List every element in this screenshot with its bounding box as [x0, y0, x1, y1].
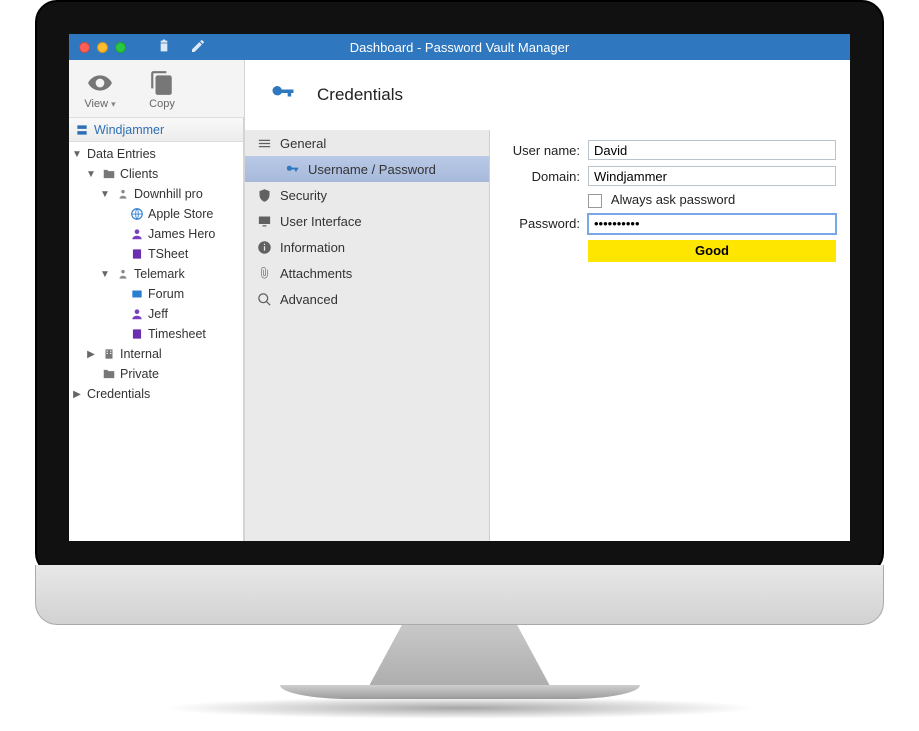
tree-label: Credentials [87, 387, 150, 401]
chevron-right-icon[interactable]: ▶ [85, 349, 97, 360]
sheet-icon [129, 327, 144, 342]
minimize-window-button[interactable] [97, 42, 108, 53]
folder-icon [101, 167, 116, 182]
datasource-label: Windjammer [94, 123, 164, 137]
zoom-window-button[interactable] [115, 42, 126, 53]
tree-label: TSheet [148, 247, 188, 261]
view-tool-label: View [84, 98, 108, 110]
app-window: Dashboard - Password Vault Manager View … [69, 34, 850, 541]
tree-label: James Hero [148, 227, 215, 241]
tree-data-entries[interactable]: ▼ Data Entries [69, 144, 243, 164]
tree-label: Clients [120, 167, 158, 181]
clipboard-icon[interactable] [156, 38, 172, 57]
copy-tool-label: Copy [149, 98, 175, 110]
eye-icon [69, 68, 131, 98]
tree-label: Telemark [134, 267, 185, 281]
tree-label: Jeff [148, 307, 168, 321]
imac-shadow [160, 697, 760, 719]
toolbar: View ▾ Copy Credentials [69, 60, 850, 118]
chevron-right-icon[interactable]: ▶ [71, 389, 83, 400]
dropdown-caret-icon: ▾ [111, 99, 116, 109]
tree-label: Internal [120, 347, 162, 361]
tree-telemark[interactable]: ▼ Telemark [69, 264, 243, 284]
chevron-down-icon[interactable]: ▼ [99, 189, 111, 200]
tree-label: Forum [148, 287, 184, 301]
sheet-icon [129, 247, 144, 262]
tree-clients[interactable]: ▼ Clients [69, 164, 243, 184]
tree-forum[interactable]: Forum [69, 284, 243, 304]
view-tool-button[interactable]: View ▾ [69, 68, 131, 110]
chevron-down-icon[interactable]: ▼ [99, 269, 111, 280]
panel-title: Credentials [317, 85, 403, 105]
chevron-down-icon[interactable]: ▼ [85, 169, 97, 180]
person-icon [129, 307, 144, 322]
imac-chin [35, 565, 884, 625]
copy-icon [131, 68, 193, 98]
card-icon [129, 287, 144, 302]
tree-label: Data Entries [87, 147, 156, 161]
copy-tool-button[interactable]: Copy [131, 68, 193, 110]
building-icon [101, 347, 116, 362]
tree-tsheet[interactable]: TSheet [69, 244, 243, 264]
tree-private[interactable]: Private [69, 364, 243, 384]
chevron-down-icon[interactable]: ▼ [71, 149, 83, 160]
company-icon [115, 267, 130, 282]
imac-stand [370, 625, 550, 685]
tree-credentials[interactable]: ▶ Credentials [69, 384, 243, 404]
company-icon [115, 187, 130, 202]
globe-icon [129, 207, 144, 222]
key-icon [269, 79, 297, 112]
tree-sidebar: Windjammer ▼ Data Entries ▼ Clients [69, 118, 244, 541]
tree-label: Timesheet [148, 327, 206, 341]
tree-downhill-pro[interactable]: ▼ Downhill pro [69, 184, 243, 204]
folder-icon [101, 367, 116, 382]
edit-icon[interactable] [190, 38, 206, 57]
tree-internal[interactable]: ▶ Internal [69, 344, 243, 364]
datasource-header[interactable]: Windjammer [69, 118, 243, 142]
tree-jeff[interactable]: Jeff [69, 304, 243, 324]
datasource-icon [75, 123, 89, 137]
window-titlebar: Dashboard - Password Vault Manager [69, 34, 850, 60]
person-icon [129, 227, 144, 242]
tree-james-hero[interactable]: James Hero [69, 224, 243, 244]
tree-label: Private [120, 367, 159, 381]
tree-label: Downhill pro [134, 187, 203, 201]
tree-timesheet[interactable]: Timesheet [69, 324, 243, 344]
close-window-button[interactable] [79, 42, 90, 53]
tree-label: Apple Store [148, 207, 213, 221]
tree-apple-store[interactable]: Apple Store [69, 204, 243, 224]
